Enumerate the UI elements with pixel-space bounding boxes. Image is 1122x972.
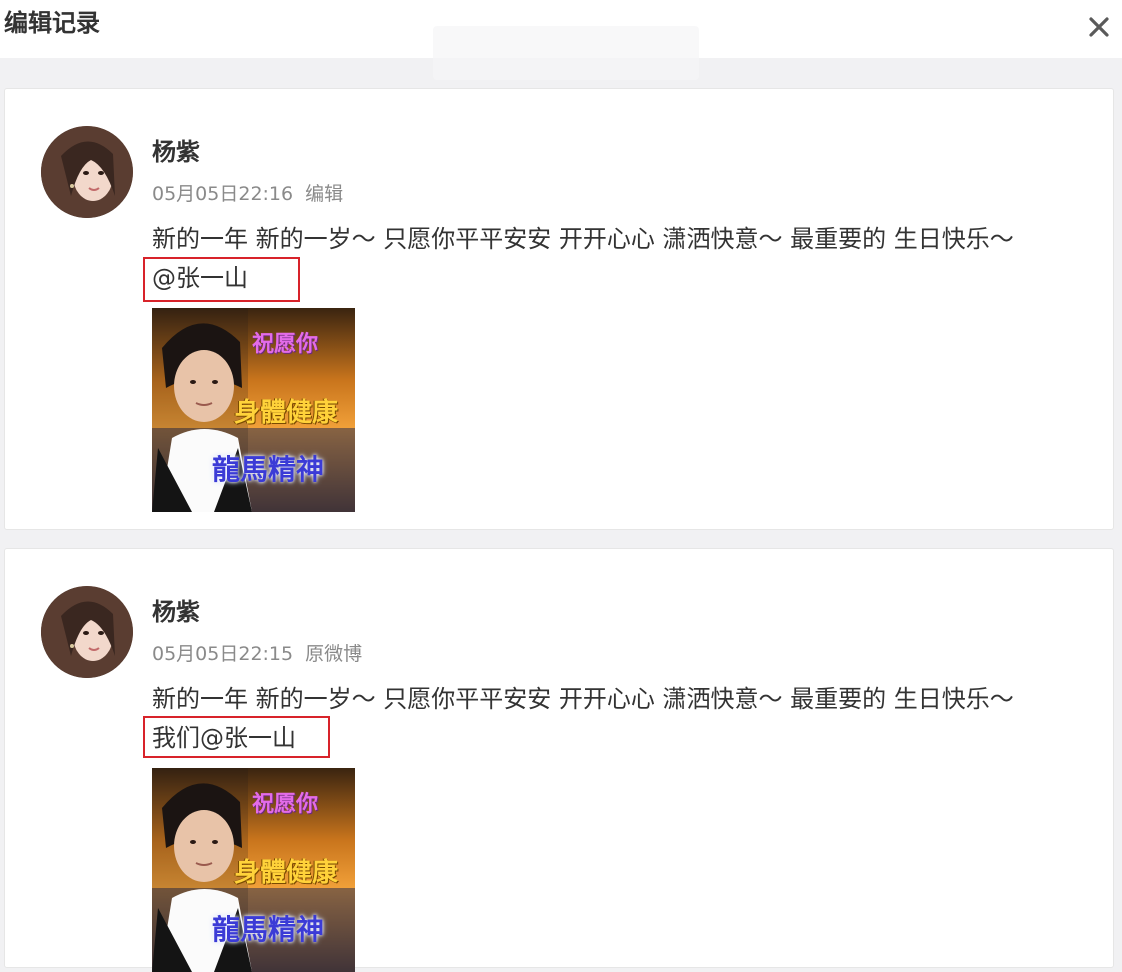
image-caption-1: 祝愿你	[252, 791, 319, 817]
image-caption-1: 祝愿你	[252, 331, 319, 357]
record-tag: 原微博	[305, 643, 363, 665]
image-caption-2: 身體健康	[234, 858, 339, 888]
avatar-image	[41, 586, 133, 678]
image-caption-2: 身體健康	[234, 398, 339, 428]
post-timestamp: 05月05日22:15	[152, 643, 294, 665]
highlight-box	[143, 716, 330, 758]
user-name[interactable]: 杨紫	[152, 595, 200, 629]
post-image[interactable]: 祝愿你 身體健康 龍馬精神	[152, 768, 355, 972]
highlight-box	[143, 257, 300, 302]
dialog-header: 编辑记录	[0, 0, 1122, 80]
close-icon	[1089, 17, 1109, 37]
post-meta: 05月05日22:16 编辑	[152, 180, 343, 208]
post-text: 新的一年 新的一岁～ 只愿你平平安安 开开心心 潇洒快意～ 最重要的 生日快乐～	[152, 685, 1014, 713]
edit-record-card: 杨紫 05月05日22:15 原微博 新的一年 新的一岁～ 只愿你平平安安 开开心…	[4, 548, 1114, 972]
toast-placeholder	[433, 26, 699, 80]
record-tag: 编辑	[305, 183, 344, 205]
avatar[interactable]	[41, 126, 133, 218]
avatar-image	[41, 126, 133, 218]
avatar[interactable]	[41, 586, 133, 678]
post-timestamp: 05月05日22:16	[152, 183, 294, 205]
user-name[interactable]: 杨紫	[152, 135, 200, 169]
close-button[interactable]	[1082, 10, 1116, 44]
post-text: 新的一年 新的一岁～ 只愿你平平安安 开开心心 潇洒快意～ 最重要的 生日快乐～	[152, 225, 1014, 253]
image-caption-3: 龍馬精神	[212, 453, 325, 486]
post-meta: 05月05日22:15 原微博	[152, 640, 362, 668]
dialog-title: 编辑记录	[4, 9, 100, 37]
edit-record-card: 杨紫 05月05日22:16 编辑 新的一年 新的一岁～ 只愿你平平安安 开开心心…	[4, 88, 1114, 530]
image-caption-3: 龍馬精神	[212, 913, 325, 946]
post-image[interactable]: 祝愿你 身體健康 龍馬精神	[152, 308, 355, 512]
